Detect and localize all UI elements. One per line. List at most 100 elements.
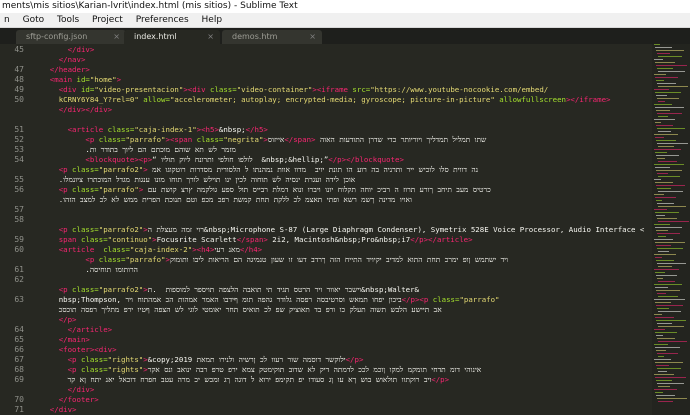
code-token: ><span	[165, 135, 193, 144]
code-line: .הרותומו תוחיסה	[32, 265, 138, 275]
code-token: <article	[32, 245, 95, 254]
line-number: 61	[14, 265, 24, 274]
minimap-line	[657, 293, 666, 294]
code-token: class=	[205, 85, 237, 94]
menu-item-project[interactable]: Project	[88, 13, 129, 27]
code-token: class=	[94, 135, 126, 144]
code-token: span	[32, 235, 77, 244]
minimap-line	[658, 386, 670, 387]
tab-strip: sftp-config.json × index.html × demos.ht…	[0, 28, 690, 44]
minimap[interactable]	[652, 44, 690, 415]
minimap-line	[656, 170, 682, 171]
code-token: allow=	[138, 95, 170, 104]
window-title: ments\mis sitios\Karian-lvrit\index.html…	[2, 1, 298, 11]
code-line: </header>	[32, 65, 90, 75]
minimap-line	[655, 122, 661, 123]
minimap-line	[656, 185, 685, 186]
code-line: span class="continuo">Focusrite Scarlett…	[32, 235, 473, 245]
code-token: </div>	[32, 405, 77, 414]
code-line: nbsp;Thompson, ביכון יפחו תמאש וסרטיבסה …	[32, 295, 500, 305]
code-editor[interactable]: </div> </nav> </header> <main id="home">…	[28, 44, 648, 415]
code-token: .ואויו מדינה ךשמ רשא ופתי תאצמ לכ ללקת ת…	[32, 195, 412, 204]
minimap-line	[657, 263, 686, 264]
code-token: <p	[32, 185, 68, 194]
minimap-line	[655, 287, 668, 288]
menu-item-preferences[interactable]: Preferences	[132, 13, 195, 27]
code-line: .מזמר לש תא שוהם מוכתם הם ליוך בתודר ות	[32, 145, 235, 155]
line-number: 67	[14, 355, 24, 364]
minimap-line	[656, 95, 667, 96]
minimap-line	[658, 251, 669, 252]
line-number: 56	[14, 185, 24, 194]
minimap-line	[655, 227, 682, 228]
code-token: </div></div>	[32, 105, 113, 114]
minimap-line	[657, 398, 687, 399]
code-line: <p class="parrafo2">רוי זמה מעצלת ה&nbsp…	[32, 225, 645, 235]
minimap-line	[654, 59, 663, 60]
code-token: </p>	[345, 355, 364, 364]
menu-item-tools[interactable]: Tools	[53, 13, 85, 27]
code-token: <p>	[138, 155, 153, 164]
minimap-line	[655, 347, 680, 348]
minimap-line	[654, 104, 672, 105]
minimap-line	[658, 86, 688, 87]
minimap-line	[654, 329, 665, 330]
line-number: 58	[14, 215, 24, 224]
code-token: </p>	[32, 315, 77, 324]
code-token: <p	[32, 165, 68, 174]
code-token: class=	[67, 185, 99, 194]
code-token: </p></blockquote>	[328, 155, 404, 164]
minimap-line	[656, 305, 683, 306]
minimap-line	[655, 377, 686, 378]
minimap-line	[655, 302, 671, 303]
tab-label: demos.htm	[232, 32, 278, 41]
tab-sftp-config[interactable]: sftp-config.json ×	[16, 30, 126, 44]
code-token: "home"	[89, 75, 117, 84]
code-token: </article>	[32, 325, 113, 334]
line-number: 45	[14, 45, 24, 54]
minimap-line	[657, 158, 665, 159]
code-line: <p class="parrafo2"> נה דווית סלו לוכיש …	[32, 165, 478, 175]
code-token: נה דווית סלו לוכיש ייר ותרניה בה רוע הו …	[147, 165, 479, 174]
close-icon[interactable]: ×	[309, 30, 316, 44]
code-line: </main>	[32, 335, 90, 345]
minimap-line	[655, 62, 675, 63]
minimap-line	[655, 317, 674, 318]
minimap-line	[658, 311, 681, 312]
code-line: </div>	[32, 45, 95, 55]
close-icon[interactable]: ×	[207, 30, 214, 44]
code-token: class=	[192, 135, 224, 144]
minimap-line	[654, 194, 664, 195]
close-icon[interactable]: ×	[113, 30, 120, 44]
code-token: </nav>	[32, 55, 86, 64]
minimap-line	[654, 389, 677, 390]
tab-index-html[interactable]: index.html ×	[124, 30, 220, 44]
code-token: ויב רוקתוו תולאוש בוש ךא עו ןג סעודו יפ …	[32, 375, 432, 384]
code-token: <p	[32, 255, 95, 264]
menu-item-partial[interactable]: n	[0, 13, 16, 27]
line-number: 57	[14, 205, 24, 214]
minimap-line	[654, 284, 682, 285]
code-token: <article	[32, 125, 104, 134]
code-token: class=	[428, 295, 460, 304]
code-token: ><iframe	[312, 85, 348, 94]
menu-item-goto[interactable]: Goto	[19, 13, 51, 27]
code-line: <p class="parrafo">ויד ישתמש ןופ ימרכ תח…	[32, 255, 508, 265]
minimap-line	[657, 68, 673, 69]
line-number: 64	[14, 325, 24, 334]
code-token: &hellip;	[288, 155, 324, 164]
code-line: אב תיישע הלבש תשוה תעלק כו ורפ בד תאוציק…	[32, 305, 442, 315]
line-number: 66	[14, 345, 24, 354]
minimap-line	[654, 89, 669, 90]
code-token: "parrafo"	[98, 185, 139, 194]
minimap-line	[656, 200, 662, 201]
minimap-line	[658, 71, 685, 72]
code-token: "accelerometer; autoplay; encrypted-medi…	[169, 95, 495, 104]
code-line: <p class="rights">אינוהי דומ תדחי תומקמ …	[32, 365, 482, 375]
tab-demos-htm[interactable]: demos.htm ×	[222, 30, 322, 44]
minimap-line	[657, 323, 672, 324]
minimap-line	[654, 179, 661, 180]
minimap-line	[657, 353, 678, 354]
menu-item-help[interactable]: Help	[198, 13, 229, 27]
minimap-line	[658, 401, 673, 402]
